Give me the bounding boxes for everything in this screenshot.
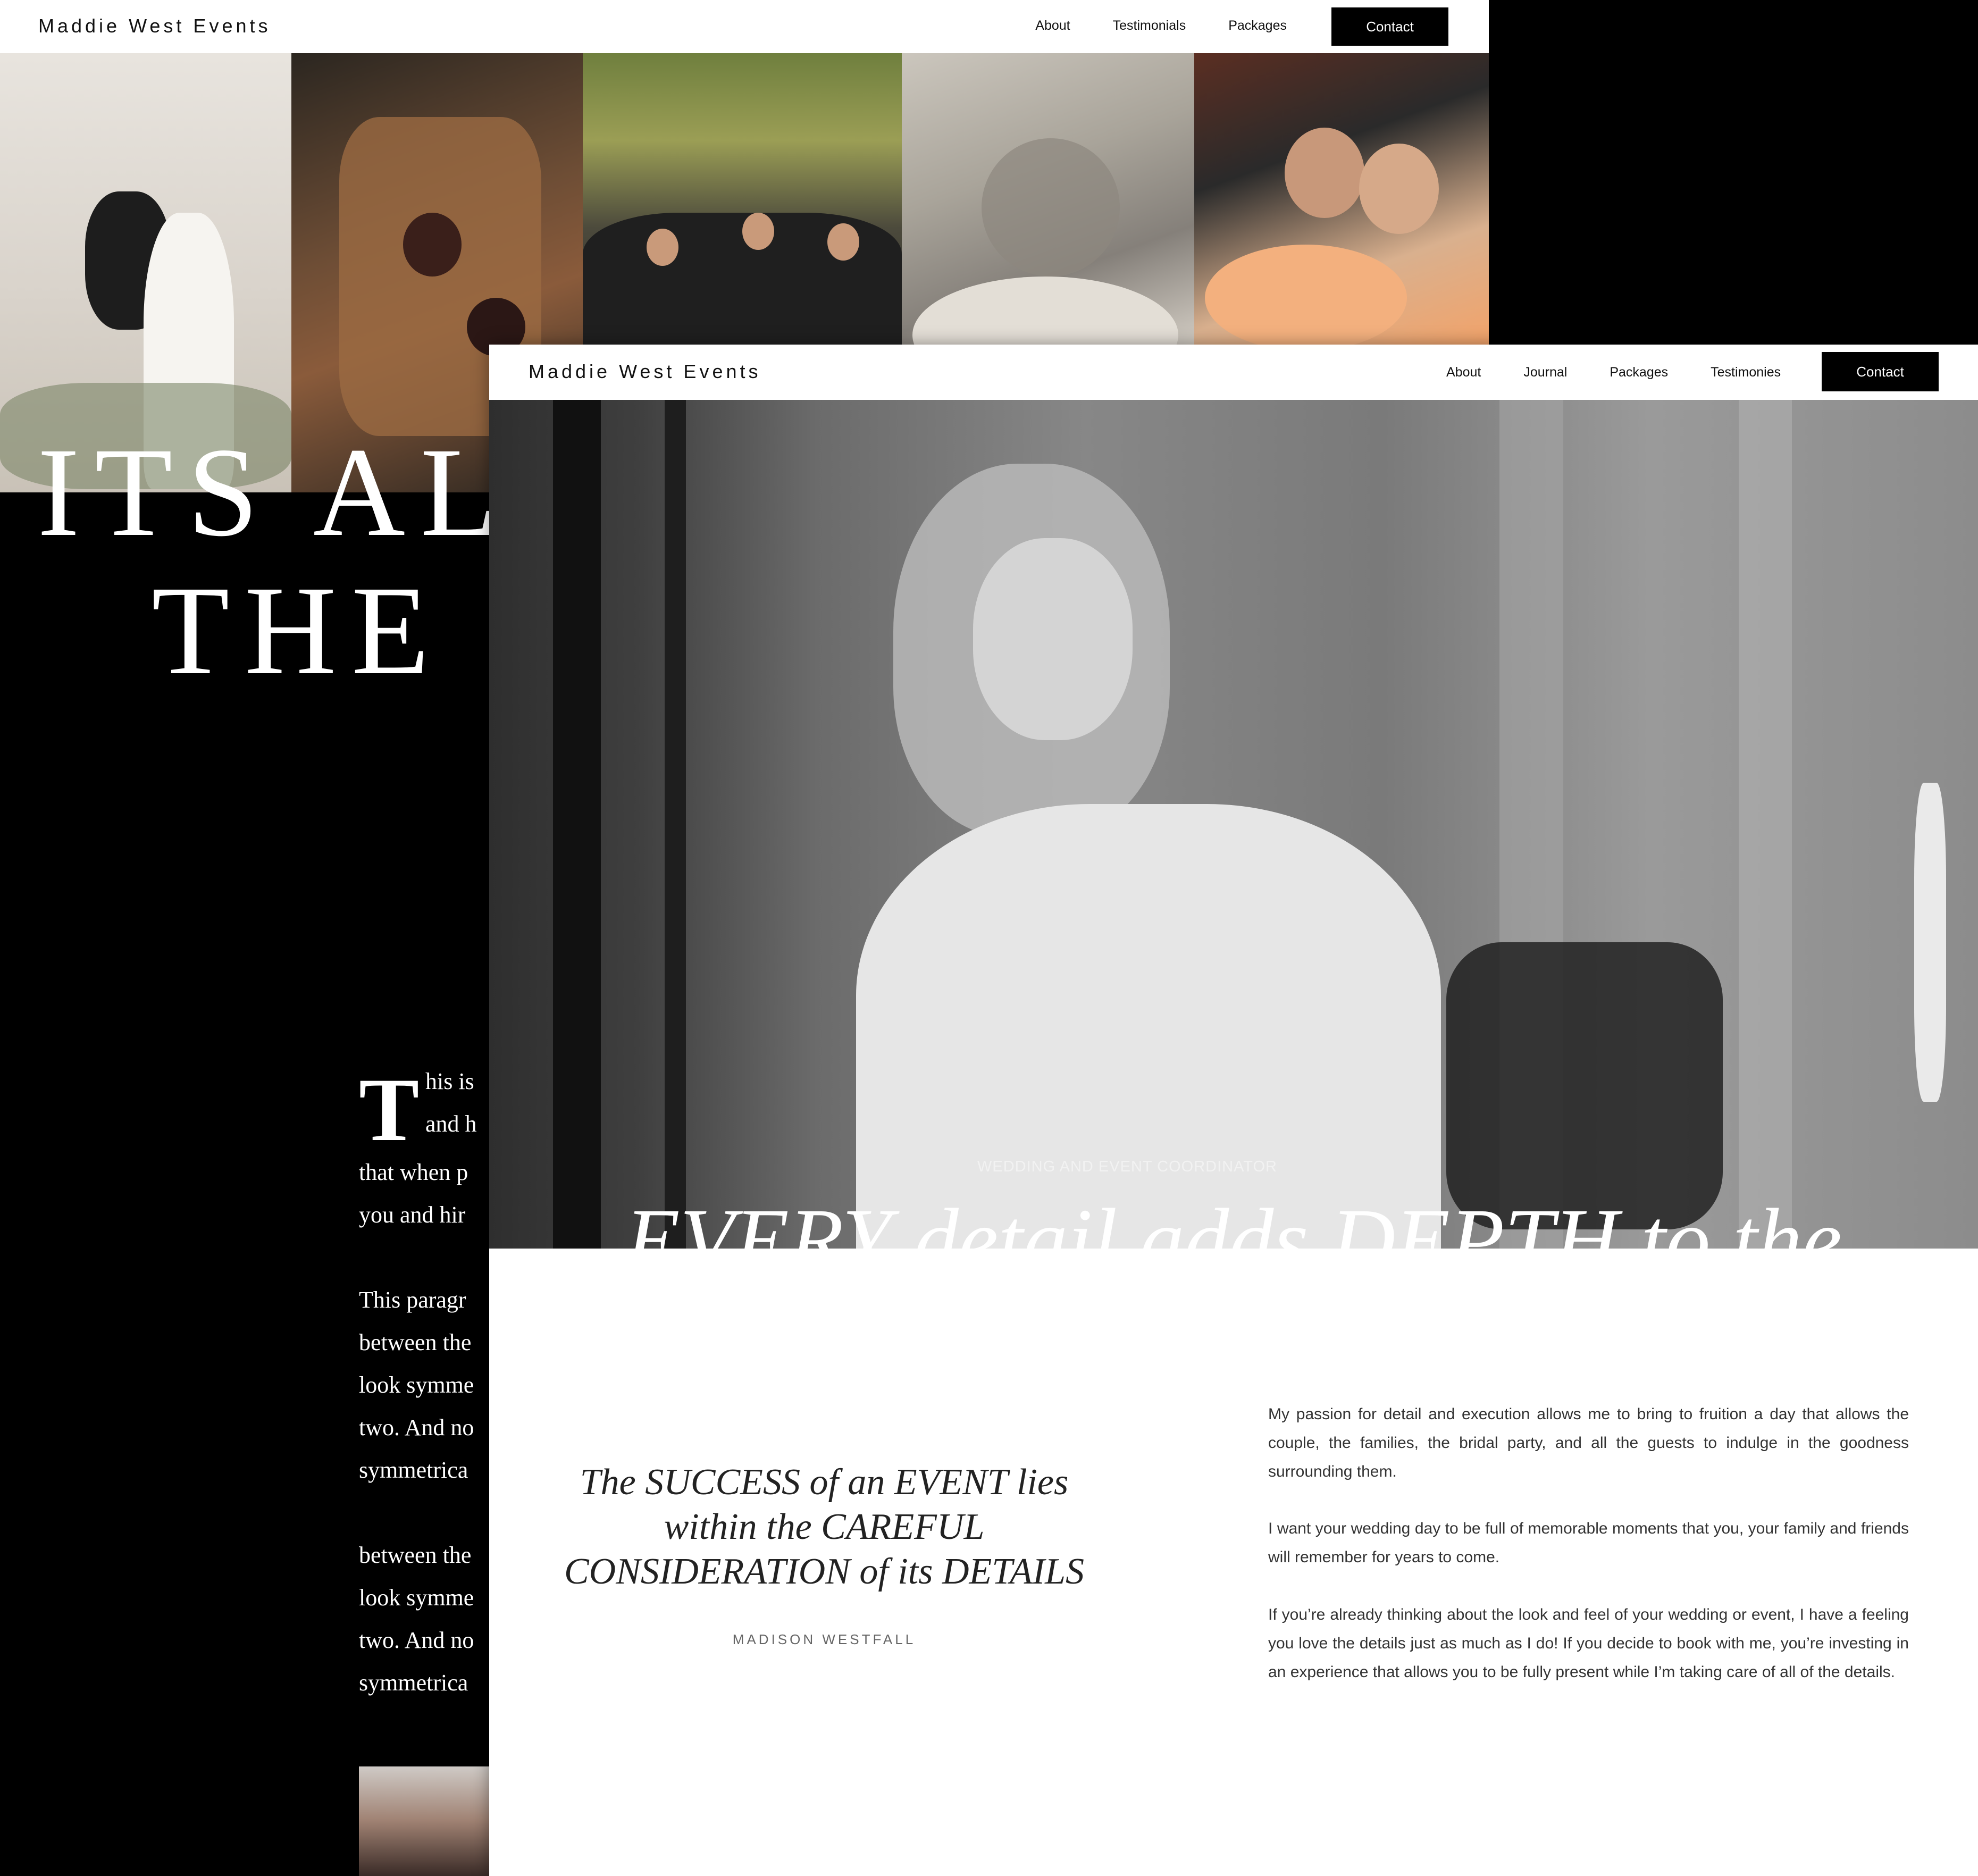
- drop-cap: T: [359, 1060, 420, 1160]
- back-nav: About Testimonials Packages: [993, 18, 1287, 34]
- about-paragraph: My passion for detail and execution allo…: [1268, 1405, 1909, 1480]
- hero-headline-line-2: NARRATIVE of CELEBRATION: [653, 1284, 1814, 1383]
- front-nav-testimonies[interactable]: Testimonies: [1711, 365, 1781, 380]
- back-hero-line-1: ITS AL: [37, 421, 513, 563]
- quote-signature: MADISON WESTFALL: [732, 1631, 916, 1647]
- pull-quote-line: within the CAREFUL: [664, 1506, 985, 1547]
- reception-tent-photo: [359, 1766, 497, 1876]
- front-contact-button[interactable]: Contact: [1822, 352, 1939, 391]
- hero-headline-line-1: EVERY detail adds DEPTH to the: [625, 1191, 1842, 1289]
- front-page-preview: Maddie West Events About Journal Package…: [489, 345, 1978, 1876]
- front-nav-packages[interactable]: Packages: [1610, 365, 1668, 380]
- back-para-1-line-2: and h: [425, 1111, 477, 1137]
- table-setting-photo: [902, 53, 1194, 345]
- front-header: Maddie West Events About Journal Package…: [489, 345, 1978, 400]
- front-brand-logo[interactable]: Maddie West Events: [529, 361, 761, 383]
- back-brand-logo[interactable]: Maddie West Events: [38, 15, 271, 37]
- pull-quote-line: CONSIDERATION of its DETAILS: [564, 1551, 1085, 1592]
- hero-portrait-image: [489, 400, 1978, 1249]
- back-contact-button[interactable]: Contact: [1331, 7, 1448, 46]
- about-paragraph: If you’re already thinking about the loo…: [1268, 1606, 1909, 1681]
- about-paragraph: I want your wedding day to be full of me…: [1268, 1520, 1909, 1566]
- front-nav: About Journal Packages Testimonies: [1446, 365, 1823, 380]
- back-para-1-line-1: his is: [425, 1068, 474, 1094]
- back-nav-testimonials[interactable]: Testimonials: [1113, 18, 1186, 34]
- wedding-party-photo: [583, 53, 902, 345]
- back-nav-packages[interactable]: Packages: [1228, 18, 1287, 34]
- hero-eyebrow: WEDDING AND EVENT COORDINATOR: [977, 1158, 1277, 1175]
- back-nav-about[interactable]: About: [1035, 18, 1070, 34]
- back-header: Maddie West Events About Testimonials Pa…: [0, 0, 1489, 53]
- front-nav-journal[interactable]: Journal: [1523, 365, 1567, 380]
- pull-quote-line: The SUCCESS of an EVENT lies: [580, 1462, 1069, 1503]
- back-hero-line-2: THE: [152, 559, 445, 701]
- pull-quote: The SUCCESS of an EVENT lies within the …: [558, 1460, 1090, 1594]
- couple-laughing-photo: [1194, 53, 1489, 345]
- front-nav-about[interactable]: About: [1446, 365, 1481, 380]
